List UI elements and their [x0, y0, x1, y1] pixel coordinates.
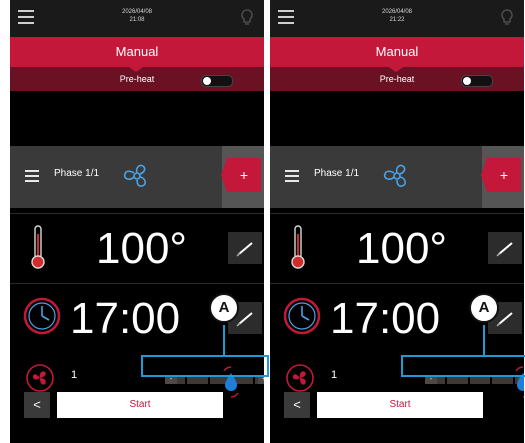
add-phase-area: +	[221, 146, 264, 208]
datetime: 2026/04/08 21:22	[270, 8, 524, 24]
callout-badge: A	[209, 293, 239, 323]
temperature-value: 100°	[356, 224, 448, 273]
fan-speed-value: 1	[331, 369, 338, 381]
start-button[interactable]: Start	[57, 392, 223, 418]
fan-icon[interactable]	[380, 161, 414, 191]
slider-track	[165, 376, 264, 384]
clock-icon	[23, 297, 61, 335]
add-phase-button[interactable]: +	[221, 158, 261, 192]
clock-icon	[283, 297, 321, 335]
fan-icon[interactable]	[120, 161, 154, 191]
lightbulb-icon[interactable]	[240, 9, 254, 27]
callout-line	[223, 325, 225, 355]
lightbulb-icon[interactable]	[500, 9, 514, 27]
add-phase-button[interactable]: +	[481, 158, 521, 192]
fan-speed-icon	[26, 364, 54, 392]
top-bar: 2026/04/08 21:08	[10, 0, 264, 37]
temperature-value: 100°	[96, 224, 188, 273]
preheat-toggle[interactable]	[201, 75, 233, 87]
timer-value: 17:00	[330, 294, 441, 343]
preheat-bar: Pre-heat	[10, 66, 264, 91]
phase-label: Phase 1/1	[314, 168, 360, 179]
thermometer-icon	[31, 225, 45, 269]
toggle-knob	[463, 77, 471, 85]
bottom-bar: < Start	[270, 392, 524, 418]
mode-title: Manual	[10, 37, 264, 67]
highlight-box	[141, 355, 269, 377]
phase-bar: Phase 1/1 +	[270, 146, 524, 208]
timer-value: 17:00	[70, 294, 181, 343]
datetime: 2026/04/08 21:08	[10, 8, 264, 24]
callout-badge: A	[469, 293, 499, 323]
phase-label: Phase 1/1	[54, 168, 100, 179]
callout-line	[483, 325, 485, 355]
thermometer-icon	[291, 225, 305, 269]
edit-temperature-button[interactable]	[228, 232, 262, 264]
list-icon[interactable]	[285, 170, 299, 182]
preheat-toggle[interactable]	[461, 75, 493, 87]
back-button[interactable]: <	[24, 392, 50, 418]
slider-increase-button[interactable]: +	[258, 376, 264, 384]
top-bar: 2026/04/08 21:22	[270, 0, 524, 37]
edit-temperature-button[interactable]	[488, 232, 522, 264]
slider-track	[425, 376, 524, 384]
toggle-knob	[203, 77, 211, 85]
mode-title: Manual	[270, 37, 524, 67]
time-text: 21:22	[389, 17, 405, 23]
bottom-bar: < Start	[10, 392, 264, 418]
preheat-bar: Pre-heat	[270, 66, 524, 91]
edit-icon	[496, 242, 513, 257]
temperature-row: 100°	[10, 213, 264, 284]
fan-speed-icon	[286, 364, 314, 392]
add-phase-area: +	[481, 146, 524, 208]
list-icon[interactable]	[25, 170, 39, 182]
back-button[interactable]: <	[284, 392, 310, 418]
date-text: 2026/04/08	[381, 9, 413, 15]
fan-speed-value: 1	[71, 369, 78, 381]
time-text: 21:08	[129, 17, 145, 23]
temperature-row: 100°	[270, 213, 524, 284]
slider-decrease-button[interactable]: -	[165, 376, 177, 384]
date-text: 2026/04/08	[121, 9, 153, 15]
highlight-box	[401, 355, 525, 377]
slider-decrease-button[interactable]: -	[425, 376, 437, 384]
edit-icon	[236, 242, 253, 257]
phase-bar: Phase 1/1 +	[10, 146, 264, 208]
start-button[interactable]: Start	[317, 392, 483, 418]
